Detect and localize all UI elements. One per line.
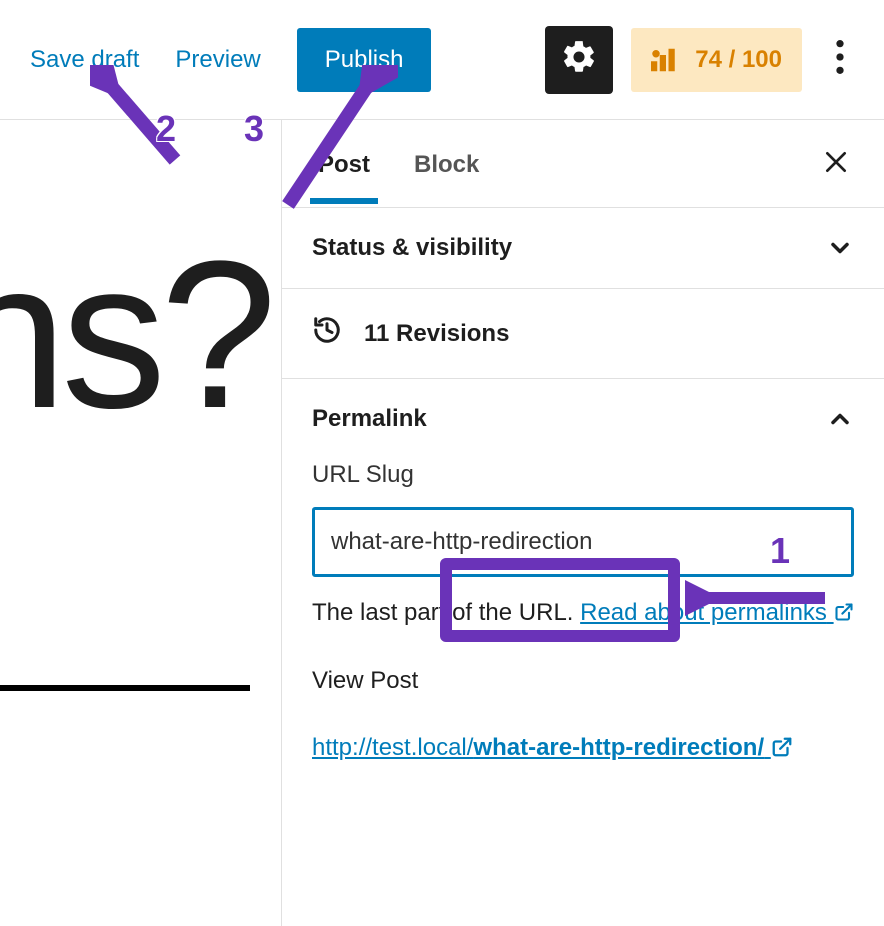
slug-help-prefix: The last part of the URL. <box>312 599 580 626</box>
panel-permalink-header[interactable]: Permalink <box>312 405 854 433</box>
toolbar-right: 74 / 100 <box>545 26 860 94</box>
more-vertical-icon <box>836 40 844 79</box>
seo-score-value: 74 / 100 <box>695 46 782 74</box>
gauge-icon <box>651 48 681 72</box>
panel-title: Status & visibility <box>312 234 512 262</box>
panel-status-visibility[interactable]: Status & visibility <box>282 208 884 289</box>
close-icon <box>823 149 849 178</box>
editor-toolbar: Save draft Preview Publish 74 / 100 <box>0 0 884 120</box>
post-title-fragment: ns? <box>0 230 271 440</box>
external-link-icon <box>834 599 854 626</box>
close-sidebar-button[interactable] <box>814 142 858 186</box>
permalinks-help-link[interactable]: Read about permalinks <box>580 599 853 626</box>
permalink-slug-part: what-are-http-redirection/ <box>473 734 764 761</box>
settings-button[interactable] <box>545 26 613 94</box>
gear-icon <box>560 38 598 81</box>
save-draft-button[interactable]: Save draft <box>30 46 139 74</box>
chevron-up-icon <box>826 405 854 433</box>
slug-help-text: The last part of the URL. Read about per… <box>312 595 854 631</box>
title-cursor-line <box>0 685 250 691</box>
preview-button[interactable]: Preview <box>175 46 260 74</box>
permalink-url[interactable]: http://test.local/what-are-http-redirect… <box>312 734 793 761</box>
tab-post[interactable]: Post <box>318 125 370 203</box>
publish-button[interactable]: Publish <box>297 28 432 92</box>
seo-score-badge[interactable]: 74 / 100 <box>631 28 802 92</box>
panel-revisions[interactable]: 11 Revisions <box>282 289 884 379</box>
panel-title: Permalink <box>312 405 427 433</box>
editor-canvas[interactable]: ns? <box>0 120 282 926</box>
panel-permalink-body: URL Slug The last part of the URL. Read … <box>312 433 854 767</box>
sidebar-tabs: Post Block <box>282 120 884 208</box>
url-slug-label: URL Slug <box>312 461 854 489</box>
tab-block[interactable]: Block <box>414 125 479 203</box>
url-slug-input[interactable] <box>312 507 854 577</box>
settings-sidebar: Post Block Status & visibility <box>282 120 884 926</box>
toolbar-left: Save draft Preview Publish <box>30 28 431 92</box>
external-link-icon <box>771 734 793 761</box>
permalink-prefix: http://test.local/ <box>312 734 473 761</box>
revisions-label: 11 Revisions <box>364 320 509 348</box>
view-post-label: View Post <box>312 667 854 695</box>
chevron-down-icon <box>826 234 854 262</box>
history-icon <box>312 315 342 352</box>
panel-permalink: Permalink URL Slug The last part of the … <box>282 379 884 793</box>
more-options-button[interactable] <box>820 30 860 90</box>
